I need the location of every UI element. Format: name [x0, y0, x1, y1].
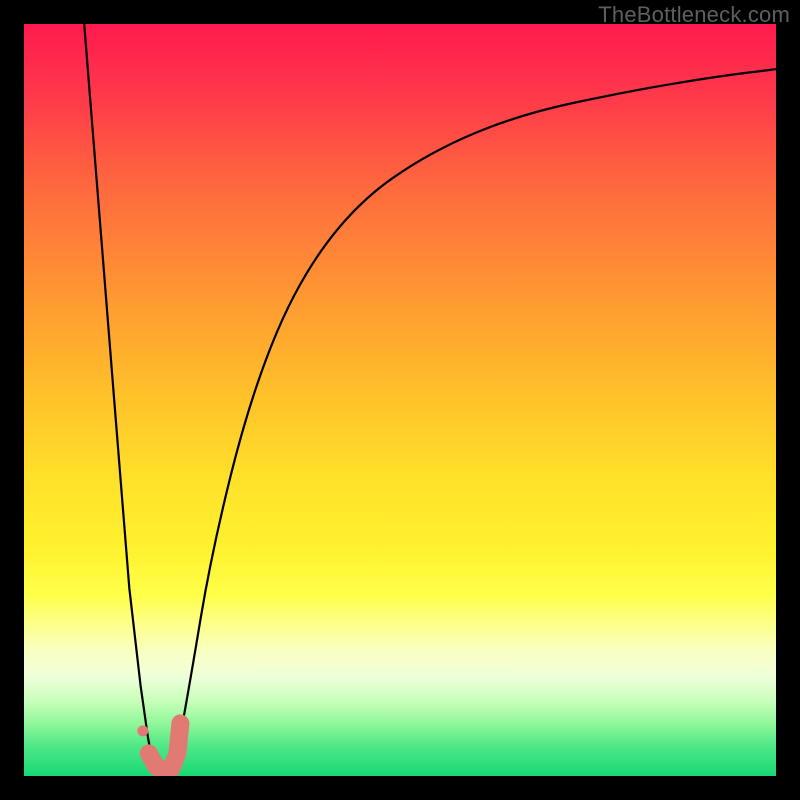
marker-dot	[137, 725, 148, 736]
chart-frame: TheBottleneck.com	[0, 0, 800, 800]
chart-svg	[24, 24, 776, 776]
marker-dot	[142, 746, 156, 760]
plot-area	[24, 24, 776, 776]
gradient-background	[24, 24, 776, 776]
